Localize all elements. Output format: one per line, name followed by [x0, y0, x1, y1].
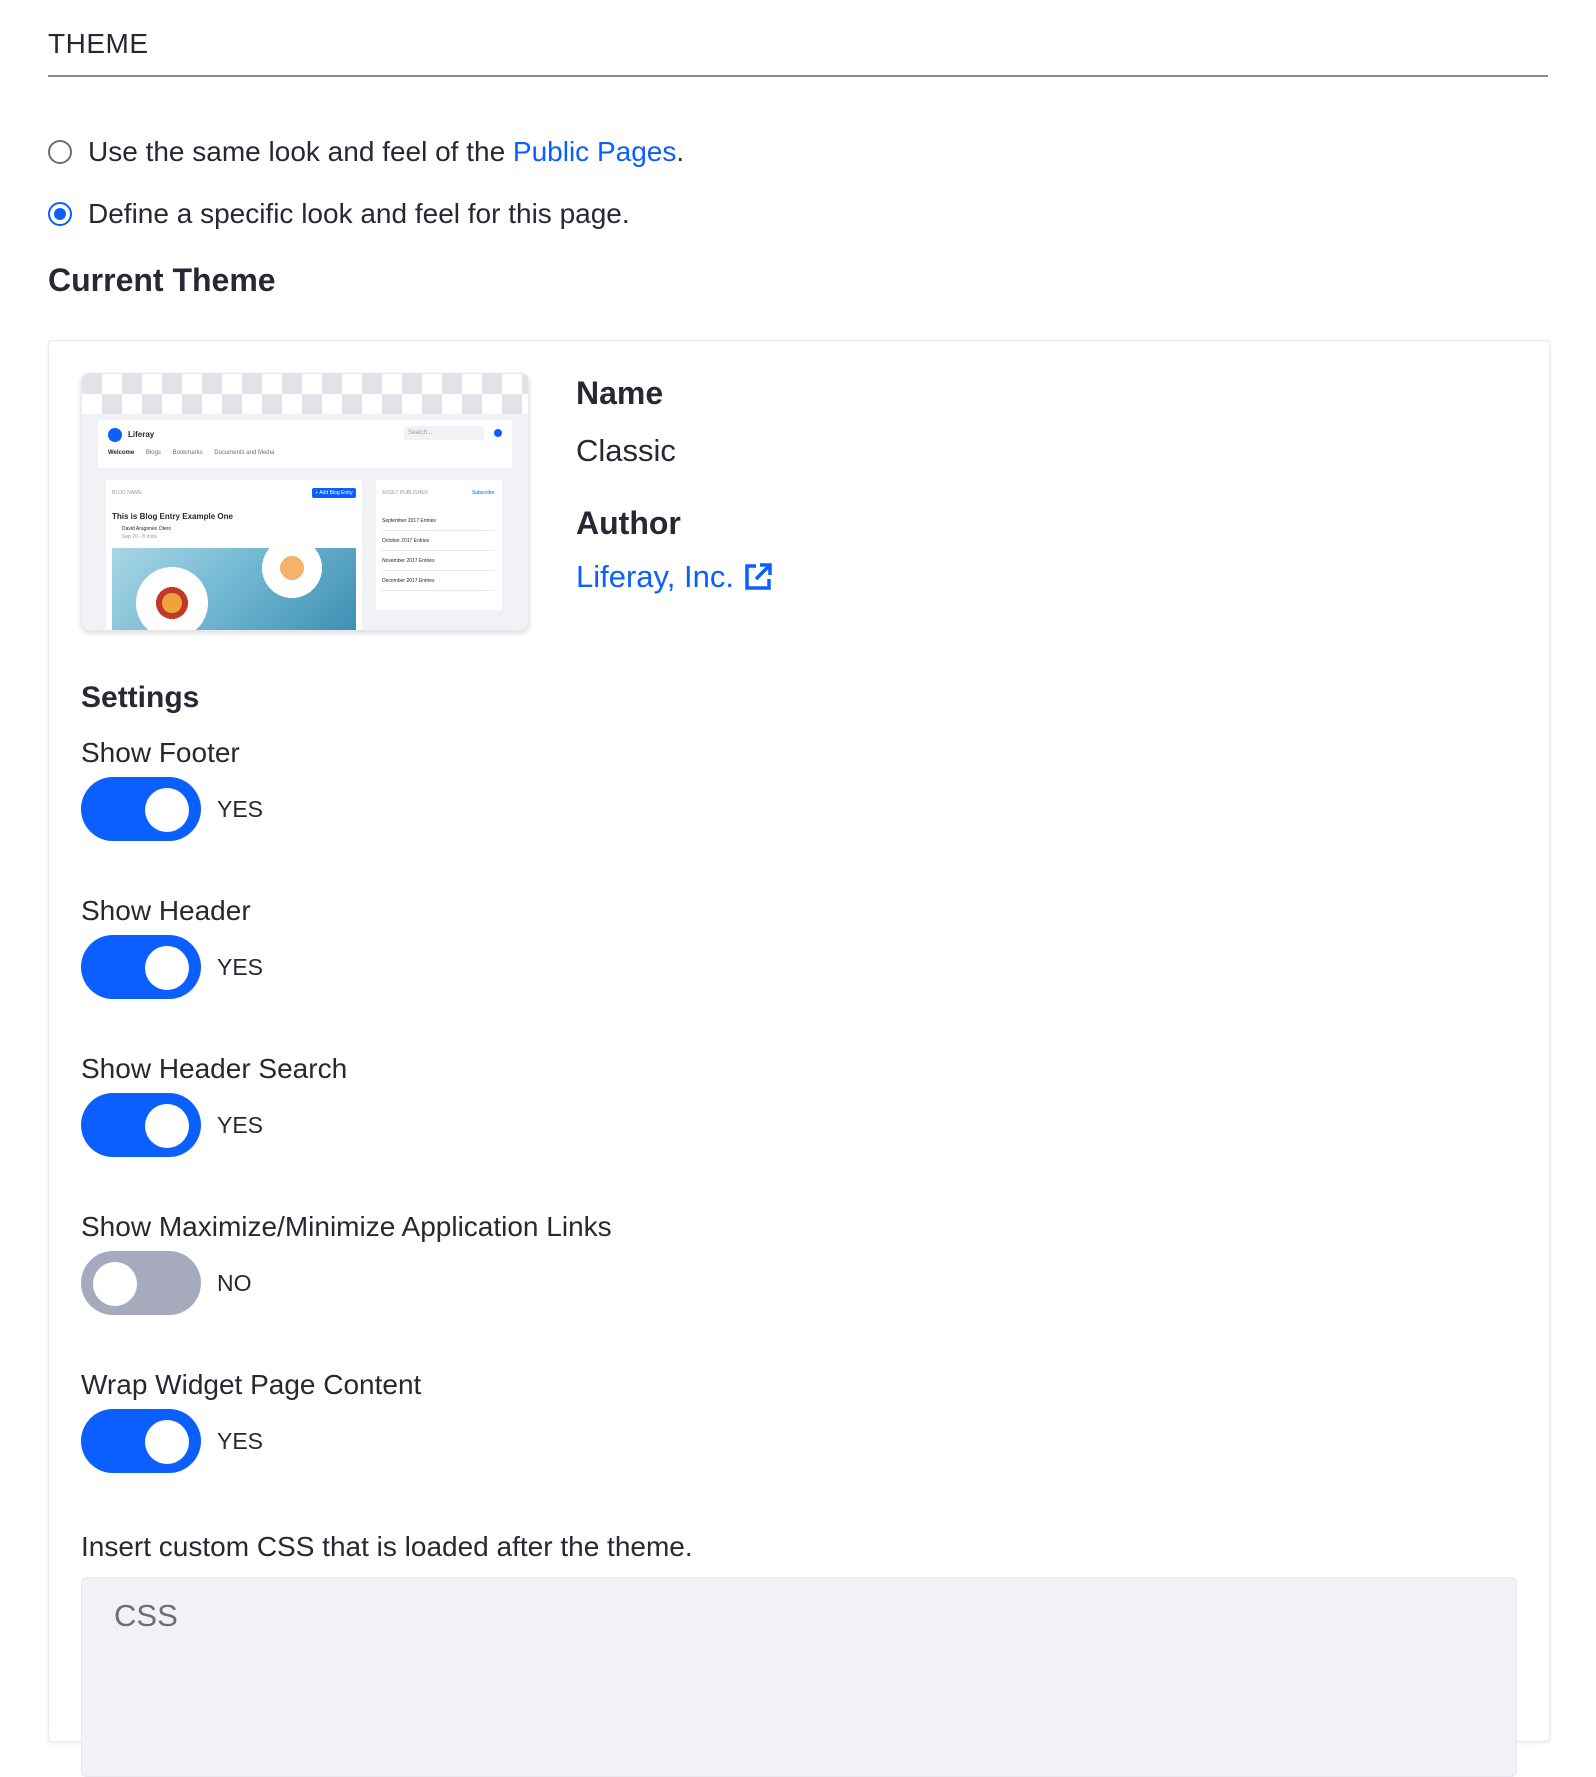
- preview-brand: Liferay: [128, 430, 155, 439]
- show-header-search-switch[interactable]: [81, 1093, 201, 1157]
- radio-specific-look-label: Define a specific look and feel for this…: [88, 198, 630, 229]
- radio-public-pages-input[interactable]: [48, 140, 72, 164]
- preview-add-button: + Add Blog Entry: [312, 488, 356, 498]
- preview-post-title: This is Blog Entry Example One: [112, 512, 233, 521]
- wrap-widget-content-toggle-row[interactable]: YES: [81, 1409, 263, 1473]
- preview-nav-item: Welcome: [108, 450, 135, 456]
- preview-sidebar: ASSET PUBLISHER Subscribe September 2017…: [376, 480, 502, 610]
- show-maximize-minimize-state: NO: [217, 1269, 252, 1296]
- show-footer-state: YES: [217, 795, 264, 822]
- preview-nav: Welcome Blogs Bookmarks Documents and Me…: [108, 450, 284, 456]
- show-maximize-minimize-switch[interactable]: [81, 1251, 201, 1315]
- preview-header: Liferay Search... Welcome Blogs Bookmark…: [98, 420, 512, 468]
- theme-card: Liferay Search... Welcome Blogs Bookmark…: [48, 340, 1550, 1777]
- preview-side-entry: November 2017 Entries: [382, 558, 494, 571]
- show-header-state: YES: [217, 953, 264, 980]
- public-pages-link[interactable]: Public Pages: [513, 136, 676, 168]
- preview-side-entry: December 2017 Entries: [382, 578, 494, 591]
- radio-public-pages-suffix: .: [676, 136, 685, 167]
- preview-main-label: BLOG NAME: [112, 490, 142, 496]
- radio-public-pages-prefix: Use the same look and feel of the: [88, 136, 513, 167]
- preview-nav-item: Blogs: [145, 450, 161, 456]
- theme-author-value: Liferay, Inc.: [576, 559, 734, 594]
- preview-food-image: [112, 548, 356, 630]
- show-header-search-label: Show Header Search: [81, 1053, 348, 1084]
- show-header-toggle-row[interactable]: YES: [81, 935, 263, 999]
- theme-author-link[interactable]: Liferay, Inc.: [576, 559, 774, 595]
- preview-nav-item: Bookmarks: [172, 450, 203, 456]
- theme-name-value: Classic: [576, 433, 676, 468]
- preview-side-entry: October 2017 Entries: [382, 538, 494, 551]
- show-footer-switch[interactable]: [81, 777, 201, 841]
- section-title: THEME: [48, 28, 149, 59]
- preview-nav-item: Documents and Media: [214, 450, 275, 456]
- external-link-icon: [745, 563, 772, 590]
- custom-css-textarea[interactable]: [81, 1577, 1517, 1777]
- preview-main: BLOG NAME + Add Blog Entry This is Blog …: [106, 480, 362, 630]
- radio-specific-look[interactable]: Define a specific look and feel for this…: [48, 198, 630, 230]
- preview-checker-pattern: [82, 374, 528, 414]
- wrap-widget-content-switch[interactable]: [81, 1409, 201, 1473]
- theme-author-label: Author: [576, 505, 681, 541]
- show-header-search-state: YES: [217, 1111, 264, 1138]
- preview-post-author: David Aragonés Otero: [122, 526, 172, 532]
- show-header-switch[interactable]: [81, 935, 201, 999]
- show-footer-label: Show Footer: [81, 737, 240, 768]
- show-footer-toggle-row[interactable]: YES: [81, 777, 263, 841]
- preview-logo-icon: [108, 428, 122, 442]
- wrap-widget-content-state: YES: [217, 1427, 264, 1454]
- theme-name-label: Name: [576, 375, 664, 411]
- show-maximize-minimize-toggle-row[interactable]: NO: [81, 1251, 252, 1315]
- preview-search: Search...: [404, 426, 484, 440]
- show-header-search-toggle-row[interactable]: YES: [81, 1093, 263, 1157]
- wrap-widget-content-label: Wrap Widget Page Content: [81, 1369, 422, 1400]
- radio-specific-look-input[interactable]: [48, 202, 72, 226]
- preview-side-label: ASSET PUBLISHER: [382, 490, 429, 496]
- preview-user-icon: [494, 429, 502, 437]
- custom-css-label: Insert custom CSS that is loaded after t…: [81, 1531, 693, 1562]
- settings-heading: Settings: [81, 681, 200, 714]
- show-header-label: Show Header: [81, 895, 251, 926]
- show-maximize-minimize-label: Show Maximize/Minimize Application Links: [81, 1211, 612, 1242]
- radio-public-pages[interactable]: Use the same look and feel of the Public…: [48, 136, 684, 168]
- theme-preview-thumbnail: Liferay Search... Welcome Blogs Bookmark…: [81, 373, 529, 631]
- preview-post-date: Sep 20 - 8 mins: [122, 534, 158, 540]
- preview-side-entry: September 2017 Entries: [382, 518, 494, 531]
- section-divider: [48, 75, 1548, 77]
- current-theme-heading: Current Theme: [48, 262, 276, 298]
- preview-side-subscribe: Subscribe: [472, 490, 495, 496]
